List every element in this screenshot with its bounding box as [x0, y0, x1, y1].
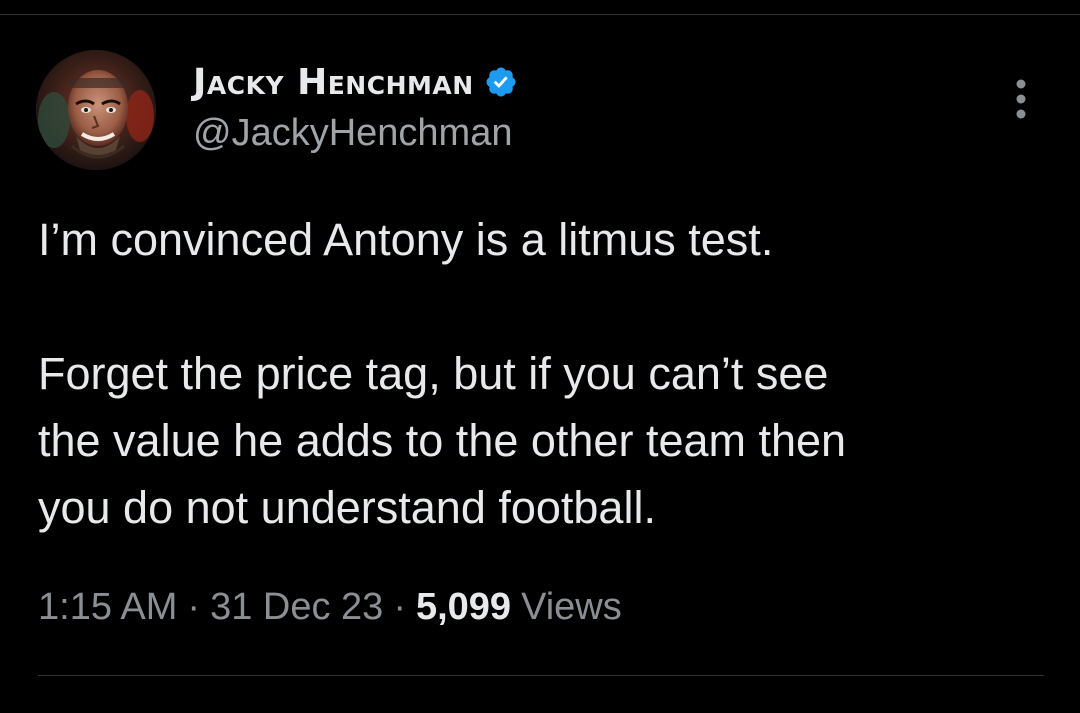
tweet-text: I’m convinced Antony is a litmus test. F… [38, 206, 1048, 541]
meta-separator: · [187, 586, 201, 628]
tweet-meta: 1:15 AM · 31 Dec 23 · 5,099 Views [38, 586, 622, 629]
tweet[interactable]: Jacky Henchman @JackyHenchman I’m convin… [0, 0, 1080, 713]
tweet-paragraph-1: I’m convinced Antony is a litmus test. [38, 214, 774, 265]
avatar[interactable] [36, 50, 156, 170]
tweet-time[interactable]: 1:15 AM [38, 586, 177, 628]
bottom-divider [38, 675, 1044, 676]
more-options-icon[interactable] [1006, 76, 1036, 122]
tweet-date[interactable]: 31 Dec 23 [210, 586, 383, 628]
views-count[interactable]: 5,099 [416, 586, 511, 628]
profile-photo-icon [36, 50, 156, 170]
verified-badge-icon[interactable] [484, 65, 518, 99]
author-handle[interactable]: @JackyHenchman [193, 112, 512, 155]
meta-separator: · [393, 586, 406, 628]
author-name-row[interactable]: Jacky Henchman [193, 60, 518, 104]
tweet-paragraph-2: Forget the price tag, but if you can’t s… [38, 348, 847, 533]
author-display-name[interactable]: Jacky Henchman [193, 62, 474, 103]
views-label[interactable]: Views [521, 586, 622, 628]
